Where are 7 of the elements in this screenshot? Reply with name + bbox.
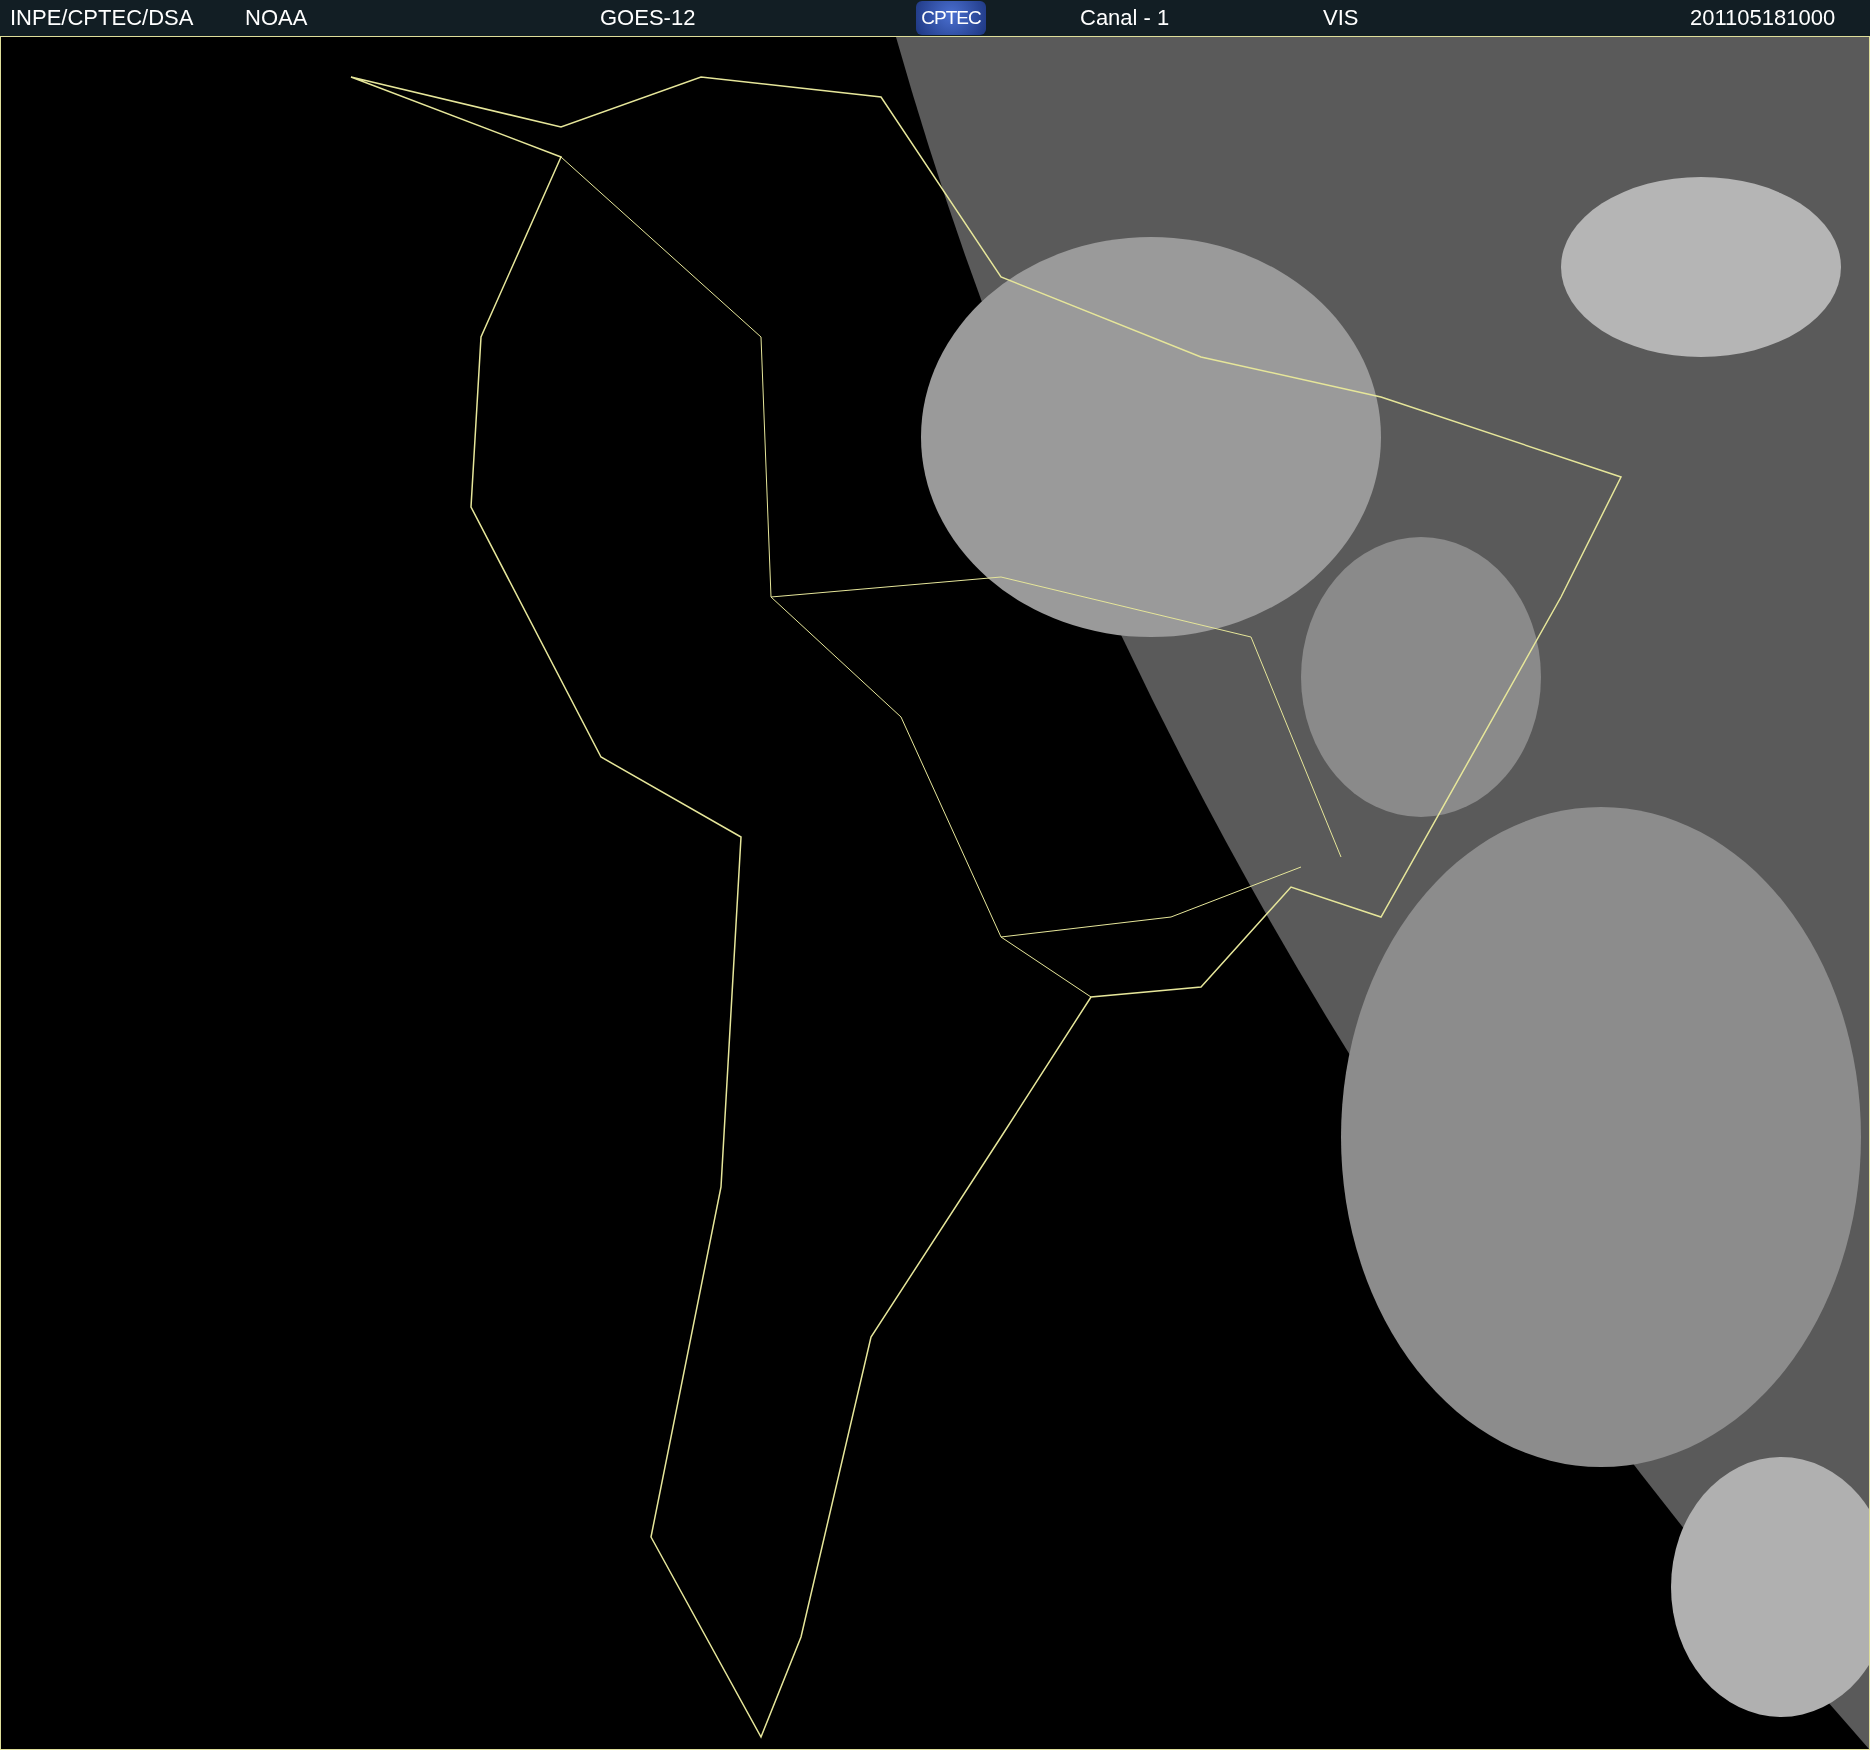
header-label: Canal - 1	[1080, 5, 1170, 31]
logo: CPTEC	[916, 1, 986, 35]
header-label: 201105181000	[1690, 5, 1836, 31]
header-label: INPE/CPTEC/DSA	[10, 5, 194, 31]
header-label: GOES-12	[600, 5, 696, 31]
header-label: NOAA	[245, 5, 308, 31]
header-label: VIS	[1323, 5, 1359, 31]
